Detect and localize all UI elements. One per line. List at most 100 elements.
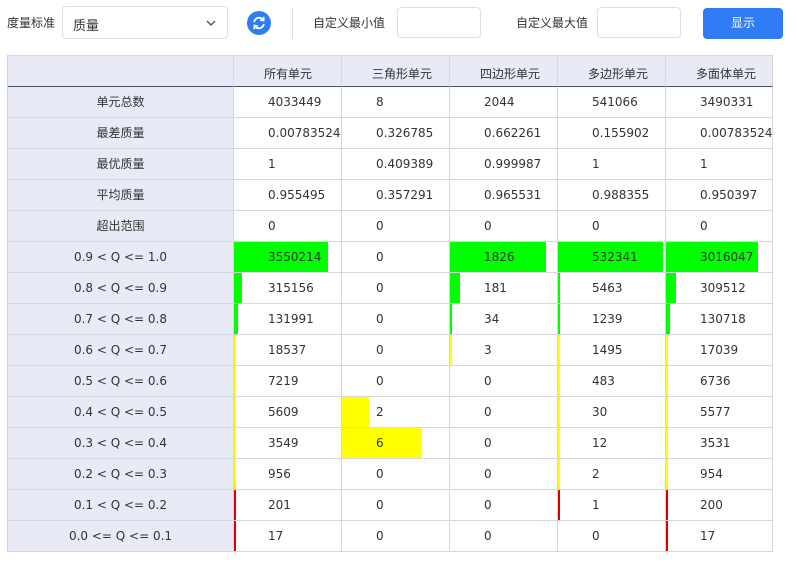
- row-header: 0.5 < Q <= 0.6: [8, 366, 234, 397]
- table-cell: 5577: [666, 397, 773, 428]
- cell-value: 0: [484, 529, 492, 543]
- table-cell: 1: [666, 149, 773, 180]
- distribution-bar: [666, 273, 676, 303]
- distribution-bar: [666, 459, 668, 489]
- cell-value: 17039: [700, 343, 739, 357]
- distribution-bar: [558, 366, 560, 396]
- table-cell: 17039: [666, 335, 773, 366]
- table-cell: 18537: [234, 335, 342, 366]
- quality-table: 所有单元 三角形单元 四边形单元 多边形单元 多面体单元 单元总数 4033449 8 2044…: [7, 55, 773, 552]
- cell-value: 2: [376, 405, 384, 419]
- table-cell: 0: [342, 273, 450, 304]
- table-cell: 0.988355: [558, 180, 666, 211]
- cell-value: 17: [268, 529, 284, 543]
- cell-value: 0.357291: [376, 188, 434, 202]
- table-cell: 0.00783524: [666, 118, 773, 149]
- table-cell: 956: [234, 459, 342, 490]
- cell-value: 0.326785: [376, 126, 434, 140]
- table-cell: 0: [342, 490, 450, 521]
- cell-value: 8: [376, 95, 384, 109]
- row-header: 0.0 <= Q <= 0.1: [8, 521, 234, 552]
- table-cell: 5609: [234, 397, 342, 428]
- refresh-icon: [253, 16, 265, 30]
- cell-value: 3550214: [268, 250, 322, 264]
- distribution-bar: [342, 397, 369, 427]
- cell-value: 0.00783524: [700, 126, 773, 140]
- metric-label: 度量标准: [7, 16, 56, 30]
- table-cell: 181: [450, 273, 558, 304]
- max-value-input[interactable]: [597, 7, 681, 38]
- table-cell: 4033449: [234, 87, 342, 118]
- table-cell: 0: [558, 521, 666, 552]
- cell-value: 0: [376, 343, 384, 357]
- cell-value: 0.155902: [592, 126, 650, 140]
- table-cell: 0: [342, 366, 450, 397]
- cell-value: 0.955495: [268, 188, 326, 202]
- distribution-bar: [234, 273, 242, 303]
- column-header-label: 多边形单元: [588, 67, 649, 81]
- row-header: 最优质量: [8, 149, 234, 180]
- distribution-bar: [666, 366, 668, 396]
- table-cell: 17: [666, 521, 773, 552]
- cell-value: 0: [484, 467, 492, 481]
- cell-value: 201: [268, 498, 291, 512]
- table-cell: 30: [558, 397, 666, 428]
- cell-value: 7219: [268, 374, 299, 388]
- cell-value: 0: [592, 529, 600, 543]
- min-value-input[interactable]: [397, 7, 481, 38]
- cell-value: 6: [376, 436, 384, 450]
- table-cell: 0.326785: [342, 118, 450, 149]
- distribution-bar: [666, 397, 668, 427]
- distribution-bar: [558, 459, 560, 489]
- distribution-bar: [558, 397, 560, 427]
- table-header-corner: [8, 56, 234, 87]
- table-cell: 3490331: [666, 87, 773, 118]
- show-button[interactable]: 显示: [703, 8, 783, 39]
- cell-value: 483: [592, 374, 615, 388]
- cell-value: 0: [484, 219, 492, 233]
- row-header: 0.1 < Q <= 0.2: [8, 490, 234, 521]
- table-cell: 0: [342, 304, 450, 335]
- cell-value: 2: [592, 467, 600, 481]
- table-cell: 201: [234, 490, 342, 521]
- table-cell: 309512: [666, 273, 773, 304]
- table-cell: 0.999987: [450, 149, 558, 180]
- cell-value: 1495: [592, 343, 623, 357]
- cell-value: 3531: [700, 436, 731, 450]
- table-cell: 0: [342, 335, 450, 366]
- distribution-bar: [558, 490, 560, 520]
- column-header: 四边形单元: [450, 56, 558, 87]
- row-header: 最差质量: [8, 118, 234, 149]
- cell-value: 532341: [592, 250, 638, 264]
- table-cell: 541066: [558, 87, 666, 118]
- table-cell: 532341: [558, 242, 666, 273]
- table-cell: 0.662261: [450, 118, 558, 149]
- cell-value: 956: [268, 467, 291, 481]
- distribution-bar: [450, 273, 460, 303]
- distribution-bar: [558, 304, 560, 334]
- table-cell: 0: [450, 366, 558, 397]
- table-cell: 17: [234, 521, 342, 552]
- cell-value: 0.988355: [592, 188, 650, 202]
- cell-value: 6736: [700, 374, 731, 388]
- table-cell: 200: [666, 490, 773, 521]
- table-cell: 1826: [450, 242, 558, 273]
- cell-value: 3: [484, 343, 492, 357]
- row-header: 平均质量: [8, 180, 234, 211]
- cell-value: 30: [592, 405, 608, 419]
- distribution-bar: [234, 521, 236, 551]
- table-cell: 6: [342, 428, 450, 459]
- table-cell: 0.155902: [558, 118, 666, 149]
- table-cell: 0: [234, 211, 342, 242]
- metric-select[interactable]: 质量: [62, 6, 228, 39]
- table-cell: 0.357291: [342, 180, 450, 211]
- cell-value: 315156: [268, 281, 314, 295]
- table-cell: 1239: [558, 304, 666, 335]
- table-cell: 0: [342, 211, 450, 242]
- table-cell: 0.00783524: [234, 118, 342, 149]
- cell-value: 181: [484, 281, 507, 295]
- row-header: 0.3 < Q <= 0.4: [8, 428, 234, 459]
- refresh-button[interactable]: [247, 11, 271, 35]
- row-header: 0.7 < Q <= 0.8: [8, 304, 234, 335]
- table-cell: 0.409389: [342, 149, 450, 180]
